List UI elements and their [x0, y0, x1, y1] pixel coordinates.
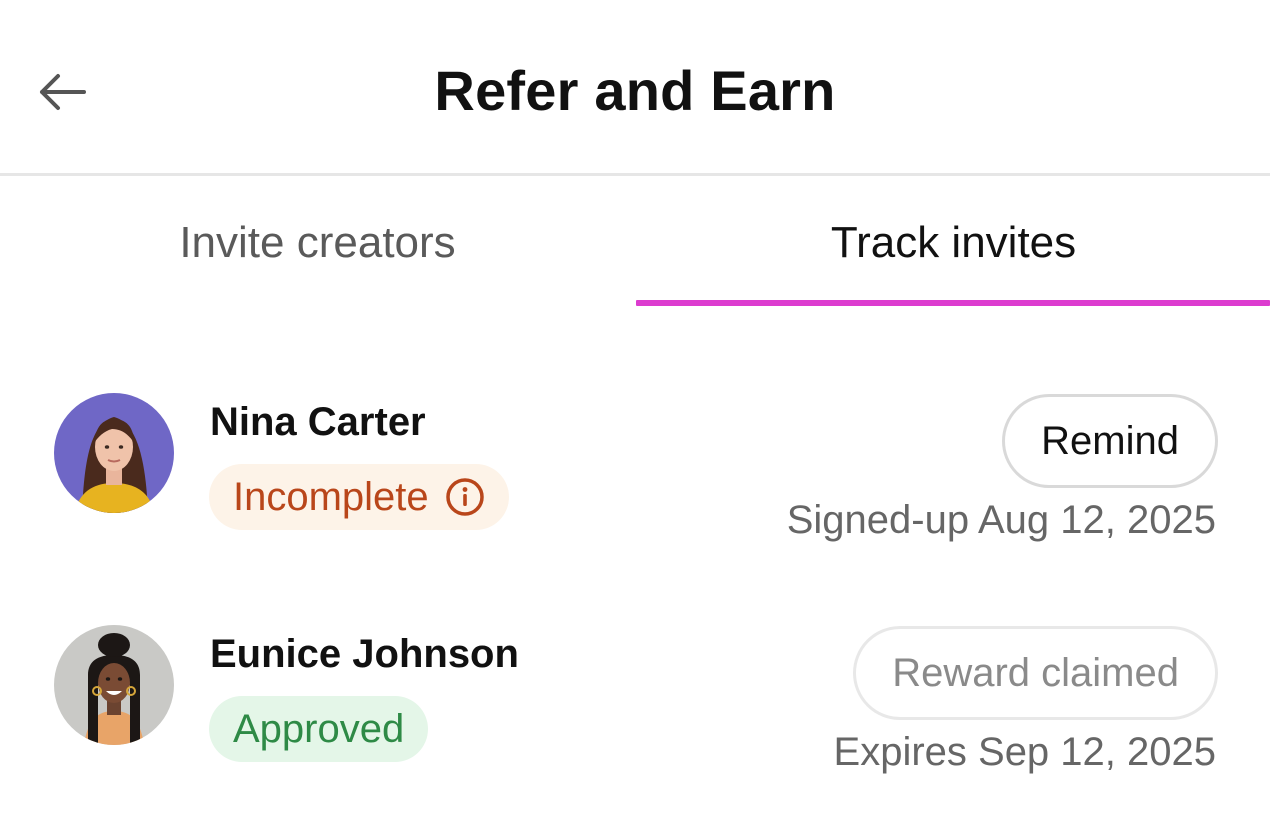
page-title: Refer and Earn	[434, 59, 836, 122]
status-badge: Approved	[209, 696, 429, 762]
invite-row: Eunice Johnson Approved Reward claimed E…	[0, 622, 1270, 812]
reward-claimed-button[interactable]: Reward claimed	[853, 626, 1218, 720]
signup-date: Signed-up Aug 12, 2025	[786, 498, 1216, 542]
invite-row: Nina Carter Incomplete Remind Signed-up …	[0, 390, 1270, 580]
active-tab-indicator	[636, 300, 1270, 306]
remind-button[interactable]: Remind	[1002, 394, 1218, 488]
tab-track-invites[interactable]: Track invites	[636, 176, 1270, 308]
status-badge[interactable]: Incomplete	[209, 464, 509, 530]
status-label: Incomplete	[233, 474, 429, 519]
invitee-name: Eunice Johnson	[210, 632, 519, 676]
status-label: Approved	[233, 706, 405, 751]
avatar	[54, 393, 174, 513]
refer-and-earn-screen: Refer and Earn Invite creators Track inv…	[0, 0, 1270, 816]
expiry-date: Expires Sep 12, 2025	[833, 730, 1216, 774]
info-circle-icon[interactable]	[445, 477, 485, 517]
tab-invite-creators[interactable]: Invite creators	[0, 176, 635, 308]
invitee-name: Nina Carter	[210, 400, 426, 444]
avatar	[54, 625, 174, 745]
app-header: Refer and Earn	[0, 0, 1270, 176]
tab-bar: Invite creators Track invites	[0, 176, 1270, 308]
